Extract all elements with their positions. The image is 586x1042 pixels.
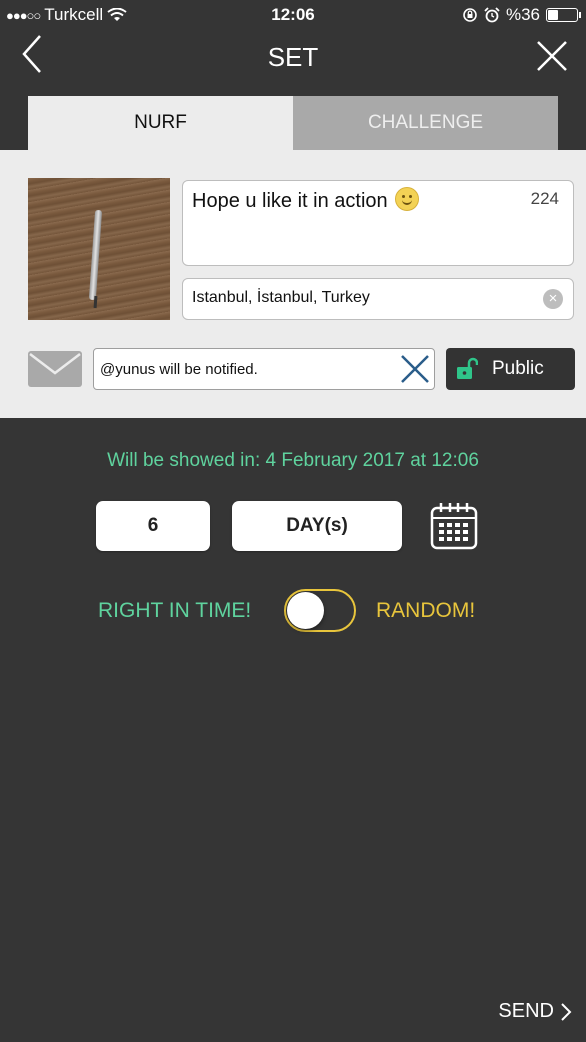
mode-random-label: RANDOM! (376, 599, 476, 622)
status-bar: ●●●○○ Turkcell 12:06 %36 (0, 0, 586, 30)
caption-field[interactable]: Hope u like it in action 224 (182, 180, 574, 266)
clear-icon[interactable]: × (543, 289, 563, 309)
showed-in-text: Will be showed in: 4 February 2017 at 12… (107, 450, 479, 471)
mail-icon[interactable] (28, 351, 82, 387)
caption-text: Hope u like it in action (192, 187, 420, 213)
notify-text: @yunus will be notified. (100, 361, 258, 378)
char-count: 224 (530, 189, 559, 208)
amount-selector[interactable]: 6 (96, 501, 210, 551)
public-label: Public (492, 358, 544, 379)
status-right: %36 (462, 5, 581, 25)
toggle-knob (287, 592, 324, 629)
tab-bar: NURF CHALLENGE (28, 96, 558, 150)
pen-tip-shape (93, 295, 98, 309)
tab-challenge[interactable]: CHALLENGE (293, 96, 558, 150)
close-icon[interactable] (532, 36, 572, 76)
send-label: SEND (498, 1000, 554, 1022)
mode-toggle[interactable] (284, 589, 356, 632)
lock-rotation-icon (463, 8, 477, 22)
remove-x-icon[interactable] (398, 352, 432, 386)
nav-bar: SET (0, 30, 586, 96)
send-button[interactable]: SEND (498, 1000, 572, 1023)
pen-shape (88, 209, 103, 301)
battery-icon (546, 8, 581, 22)
unit-selector[interactable]: DAY(s) (232, 501, 402, 551)
battery-percent: %36 (505, 5, 540, 24)
calendar-icon[interactable] (429, 501, 479, 551)
notify-field[interactable]: @yunus will be notified. (93, 348, 435, 390)
tab-nurf[interactable]: NURF (28, 96, 293, 150)
location-text: Istanbul, İstanbul, Turkey (192, 289, 370, 306)
compose-panel: Hope u like it in action 224 Istanbul, İ… (0, 150, 586, 418)
unlock-icon (457, 357, 478, 379)
public-button[interactable]: Public (446, 348, 575, 390)
mode-right-in-time-label: RIGHT IN TIME! (98, 599, 252, 622)
smiley-icon (395, 187, 420, 211)
chevron-right-icon (561, 1002, 572, 1021)
alarm-icon (484, 7, 500, 23)
location-field[interactable]: Istanbul, İstanbul, Turkey × (182, 278, 574, 320)
post-photo[interactable] (28, 178, 170, 320)
caption-value: Hope u like it in action (192, 190, 388, 212)
page-title: SET (267, 42, 319, 72)
